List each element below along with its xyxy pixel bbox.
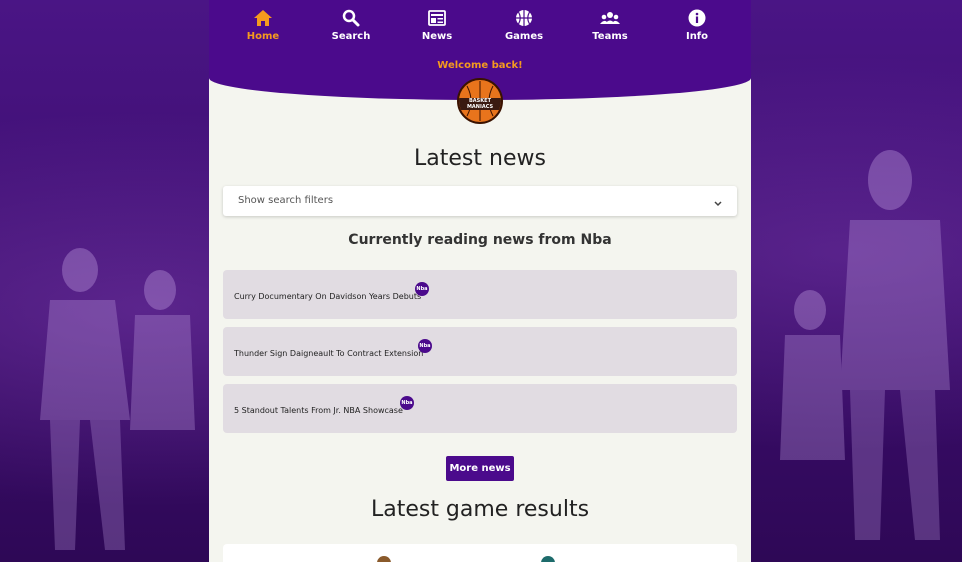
news-icon [428, 10, 446, 26]
away-team-logo-icon [541, 556, 555, 562]
nav-search-label: Search [331, 31, 371, 42]
nav-home[interactable]: Home [228, 8, 298, 42]
nba-badge-icon: Nba [400, 396, 414, 410]
teams-icon [600, 12, 620, 24]
top-nav: Home Search News Games Teams Info [209, 8, 751, 44]
nav-news[interactable]: News [402, 8, 472, 42]
nav-info[interactable]: Info [662, 8, 732, 42]
latest-news-title: Latest news [414, 146, 546, 171]
chevron-down-icon [714, 201, 722, 207]
search-filters-toggle[interactable]: Show search filters [223, 186, 737, 216]
search-icon [342, 9, 360, 27]
nba-badge-icon: Nba [418, 339, 432, 353]
home-team-logo-icon [377, 556, 391, 562]
nav-games-label: Games [504, 31, 544, 42]
site-logo[interactable]: BASKET MANIACS [457, 78, 503, 124]
nav-news-label: News [421, 31, 453, 42]
news-item-title: Curry Documentary On Davidson Years Debu… [234, 292, 422, 301]
news-item-title: 5 Standout Talents From Jr. NBA Showcase [234, 406, 403, 415]
nav-info-label: Info [685, 31, 709, 42]
more-news-button[interactable]: More news [446, 456, 514, 481]
news-item[interactable]: Thunder Sign Daigneault To Contract Exte… [223, 327, 737, 376]
nav-teams-label: Teams [592, 31, 628, 42]
nav-home-label: Home [246, 31, 280, 42]
nba-badge-icon: Nba [415, 282, 429, 296]
logo-text-line2: MANIACS [466, 104, 494, 110]
welcome-text: Welcome back! [437, 60, 523, 71]
nav-teams[interactable]: Teams [575, 8, 645, 42]
info-icon [688, 9, 706, 27]
main-panel: Home Search News Games Teams Info Welcom… [209, 0, 751, 562]
reading-source-text: Currently reading news from Nba [348, 232, 612, 248]
logo-text: BASKET MANIACS [459, 98, 501, 110]
basketball-icon [516, 10, 532, 26]
news-item-title: Thunder Sign Daigneault To Contract Exte… [234, 349, 424, 358]
background-player-right [780, 150, 950, 540]
background-player-left [40, 248, 195, 550]
search-filters-label: Show search filters [238, 195, 334, 206]
news-item[interactable]: Curry Documentary On Davidson Years Debu… [223, 270, 737, 319]
latest-game-results-title: Latest game results [370, 497, 590, 522]
nav-search[interactable]: Search [316, 8, 386, 42]
news-item[interactable]: 5 Standout Talents From Jr. NBA Showcase… [223, 384, 737, 433]
game-result-card[interactable] [223, 544, 737, 562]
nav-games[interactable]: Games [489, 8, 559, 42]
home-icon [254, 10, 272, 26]
